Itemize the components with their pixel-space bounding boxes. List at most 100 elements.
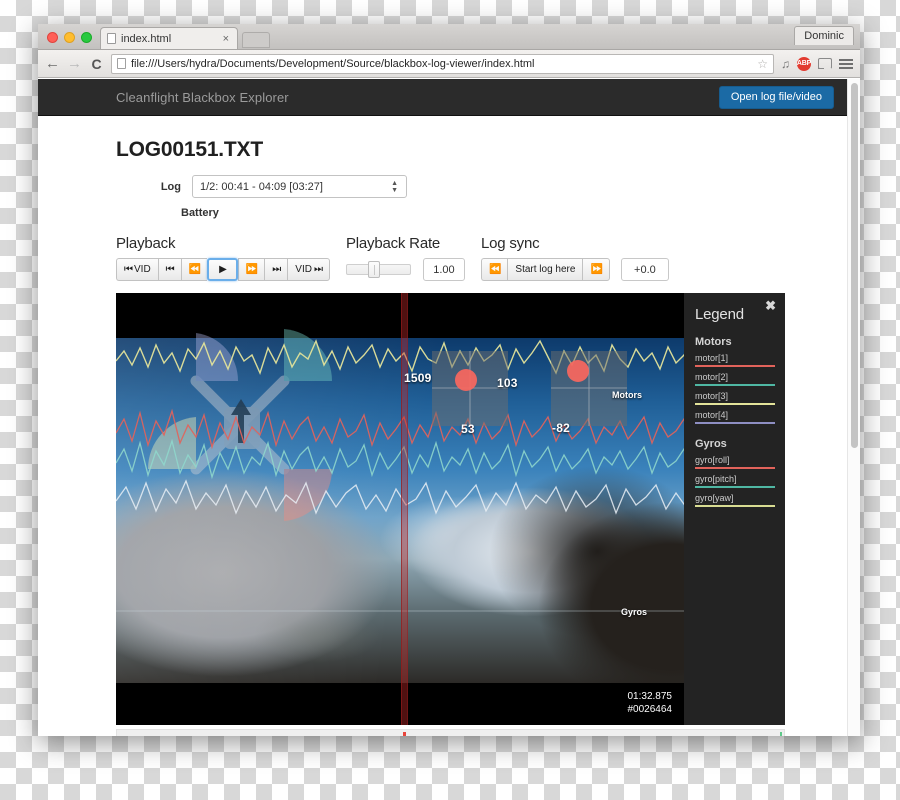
legend-color-swatch — [695, 467, 775, 469]
app-brand: Cleanflight Blackbox Explorer — [116, 89, 289, 105]
legend-item[interactable]: motor[4] — [695, 410, 775, 424]
graph-value-label: 53 — [461, 422, 475, 436]
close-window-button[interactable] — [47, 32, 58, 43]
seek-video-end-button[interactable]: VID ⏭ — [287, 258, 330, 281]
log-sync-heading: Log sync — [480, 235, 540, 252]
log-sync-button-group: ⏪ Start log here ⏩ — [480, 258, 610, 281]
slider-knob[interactable] — [368, 261, 381, 278]
graph-axis-label-gyros: Gyros — [621, 607, 648, 617]
playback-heading: Playback — [116, 235, 176, 252]
play-button[interactable]: ▶ — [207, 258, 238, 281]
legend-item[interactable]: motor[3] — [695, 391, 775, 405]
seek-video-start-icon: ⏮ — [124, 263, 133, 275]
legend-item-label: motor[3] — [695, 391, 729, 401]
close-icon[interactable]: × — [223, 33, 231, 45]
legend-item[interactable]: motor[1] — [695, 353, 775, 367]
browser-window: index.html × Dominic ← → C file:///Users… — [38, 24, 860, 736]
log-activity-seekbar[interactable] — [116, 729, 785, 736]
legend-color-swatch — [695, 422, 775, 424]
log-selector-row: Log 1/2: 00:41 - 04:09 [03:27] ▲ ▼ — [116, 175, 834, 198]
legend-item-label: motor[4] — [695, 410, 729, 420]
legend-color-swatch — [695, 365, 775, 367]
url-text: file:///Users/hydra/Documents/Developmen… — [131, 57, 535, 70]
legend-item[interactable]: gyro[yaw] — [695, 493, 775, 507]
step-forward-icon: ⏩ — [590, 263, 602, 275]
log-sync-group: Log sync ⏪ Start log here ⏩ +0.0 — [480, 235, 669, 281]
step-back-icon: ⏪ — [488, 263, 501, 275]
log-sync-offset-value[interactable]: +0.0 — [620, 258, 669, 281]
cast-icon[interactable] — [818, 58, 832, 69]
playback-rate-group: Playback Rate 1.00 — [345, 235, 465, 281]
legend-item-label: motor[1] — [695, 353, 729, 363]
legend-color-swatch — [695, 505, 775, 507]
bookmark-star-icon[interactable]: ☆ — [757, 57, 768, 71]
legend-item[interactable]: gyro[roll] — [695, 455, 775, 469]
menu-icon[interactable] — [839, 58, 853, 69]
profile-chip[interactable]: Dominic — [794, 26, 854, 45]
legend-group-gap — [695, 429, 775, 438]
back-icon[interactable]: ← — [45, 56, 60, 71]
seek-video-end-label: VID — [295, 264, 312, 275]
playback-rate-slider[interactable] — [345, 261, 411, 278]
headphones-icon[interactable]: ♫ — [781, 57, 790, 71]
step-forward-button[interactable]: ⏩ — [237, 258, 265, 281]
step-forward-icon: ⏩ — [245, 263, 258, 275]
legend-item-label: gyro[pitch] — [695, 474, 737, 484]
page-title: LOG00151.TXT — [116, 138, 263, 161]
page-scrollbar-thumb[interactable] — [851, 83, 858, 448]
sync-step-back-button[interactable]: ⏪ — [480, 258, 508, 281]
legend-panel: ✖ Legend Motors motor[1] motor[2] motor[3] m… — [684, 293, 785, 725]
controls-row: Playback ⏮ VID ⏮ ⏪ ▶ ⏩ ⏭ VID ⏭ Playback Rate 1.0… — [116, 235, 834, 281]
graph-value-label: 1509 — [404, 371, 432, 385]
legend-group-title-gyros: Gyros — [695, 438, 727, 450]
video-graph-viewer[interactable]: 1509 103 53 -82 Motors Gyros 01:32.875 #0026… — [116, 293, 785, 725]
legend-item-label: gyro[yaw] — [695, 493, 734, 503]
seek-log-start-button[interactable]: ⏮ — [157, 258, 181, 281]
legend-group-title-motors: Motors — [695, 336, 732, 348]
page-scrollbar[interactable] — [847, 79, 860, 736]
playback-rate-value[interactable]: 1.00 — [422, 258, 465, 281]
maximize-window-button[interactable] — [81, 32, 92, 43]
legend-title: Legend — [695, 306, 744, 323]
forward-icon[interactable]: → — [67, 56, 82, 71]
seek-log-end-button[interactable]: ⏭ — [264, 258, 288, 281]
battery-label: Battery — [181, 207, 219, 219]
tab-title: index.html — [121, 32, 172, 45]
legend-color-swatch — [695, 384, 775, 386]
log-select-value: 1/2: 00:41 - 04:09 [03:27] — [200, 180, 323, 193]
playback-timestamp: 01:32.875 #0026464 — [628, 690, 673, 716]
seek-video-end-icon: ⏭ — [313, 263, 323, 275]
legend-item[interactable]: motor[2] — [695, 372, 775, 386]
browser-toolbar: ← → C file:///Users/hydra/Documents/Deve… — [38, 50, 860, 78]
legend-groups: Motors motor[1] motor[2] motor[3] motor[4] Gy… — [695, 336, 775, 507]
step-back-button[interactable]: ⏪ — [180, 258, 208, 281]
new-tab-button[interactable] — [242, 32, 270, 48]
playback-group: Playback ⏮ VID ⏮ ⏪ ▶ ⏩ ⏭ VID ⏭ — [116, 235, 330, 281]
start-log-here-button[interactable]: Start log here — [507, 258, 583, 281]
legend-item-label: motor[2] — [695, 372, 729, 382]
log-select[interactable]: 1/2: 00:41 - 04:09 [03:27] ▲ ▼ — [192, 175, 407, 198]
seek-end-marker — [780, 732, 782, 736]
reload-icon[interactable]: C — [89, 57, 104, 71]
address-bar[interactable]: file:///Users/hydra/Documents/Developmen… — [111, 53, 774, 74]
legend-item-label: gyro[roll] — [695, 455, 730, 465]
minimize-window-button[interactable] — [64, 32, 75, 43]
adblock-icon[interactable]: ABP — [797, 56, 811, 71]
legend-item[interactable]: gyro[pitch] — [695, 474, 775, 488]
page-info-icon — [117, 58, 126, 69]
seek-video-start-button[interactable]: ⏮ VID — [116, 258, 158, 281]
open-log-file-video-button[interactable]: Open log file/video — [718, 85, 834, 109]
playback-rate-heading: Playback Rate — [345, 235, 441, 252]
graph-value-label: 103 — [497, 376, 518, 390]
step-back-icon: ⏪ — [188, 263, 201, 275]
close-icon[interactable]: ✖ — [765, 299, 776, 312]
graph-axis-label-motors: Motors — [612, 390, 642, 400]
browser-tab[interactable]: index.html × — [100, 27, 238, 49]
seek-log-start-icon: ⏮ — [165, 263, 175, 275]
playback-cursor[interactable] — [401, 293, 408, 725]
graph-value-label: -82 — [552, 421, 570, 435]
page-viewport: Cleanflight Blackbox Explorer Open log f… — [38, 79, 860, 736]
playback-button-group: ⏮ VID ⏮ ⏪ ▶ ⏩ ⏭ VID ⏭ — [116, 258, 330, 281]
sync-step-forward-button[interactable]: ⏩ — [582, 258, 610, 281]
seek-position-marker[interactable] — [403, 732, 406, 736]
